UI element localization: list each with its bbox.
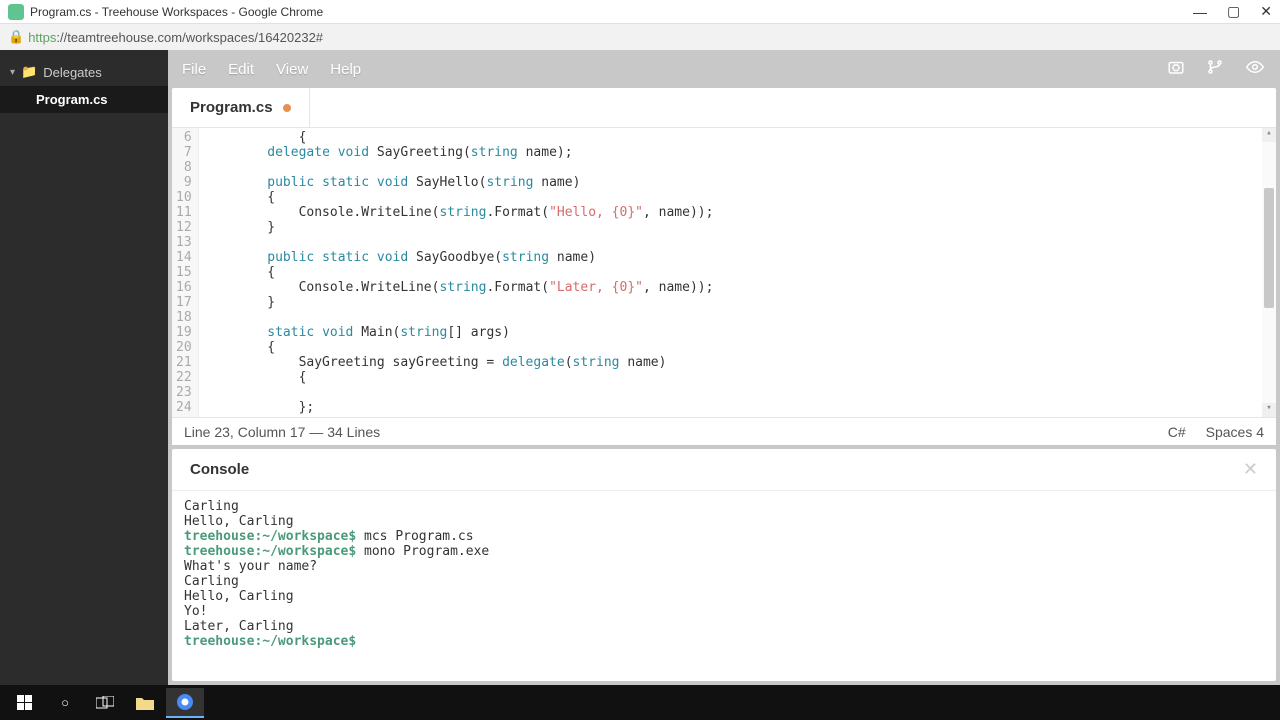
tab-label: Program.cs <box>190 99 273 116</box>
sidebar-folder-label: Delegates <box>43 65 102 80</box>
url-rest: ://teamtreehouse.com/workspaces/16420232… <box>56 30 323 45</box>
console-panel: Console ✕ CarlingHello, Carlingtreehouse… <box>172 449 1276 681</box>
branch-icon[interactable] <box>1206 58 1224 81</box>
console-output[interactable]: CarlingHello, Carlingtreehouse:~/workspa… <box>172 491 1276 681</box>
editor-area: Program.cs 67891011121314151617181920212… <box>172 88 1276 445</box>
scroll-up-icon[interactable]: ▴ <box>1262 128 1276 142</box>
app-favicon <box>8 4 24 20</box>
editor-tab-bar: Program.cs <box>172 88 1276 128</box>
sidebar-file-label: Program.cs <box>36 92 108 107</box>
line-gutter: 6789101112131415161718192021222324 <box>172 128 199 417</box>
status-cursor: Line 23, Column 17 — 34 Lines <box>184 424 380 440</box>
start-button[interactable] <box>6 688 44 718</box>
chrome-button[interactable] <box>166 688 204 718</box>
window-title-bar: Program.cs - Treehouse Workspaces - Goog… <box>0 0 1280 24</box>
unsaved-dot-icon <box>283 104 291 112</box>
console-header: Console ✕ <box>172 449 1276 491</box>
scroll-down-icon[interactable]: ▾ <box>1262 403 1276 417</box>
menu-edit[interactable]: Edit <box>228 61 254 78</box>
vertical-scrollbar[interactable]: ▴ ▾ <box>1262 128 1276 417</box>
camera-icon[interactable] <box>1166 58 1186 81</box>
status-language[interactable]: C# <box>1168 424 1186 440</box>
close-console-button[interactable]: ✕ <box>1243 459 1258 480</box>
task-view-button[interactable] <box>86 688 124 718</box>
editor-status-bar: Line 23, Column 17 — 34 Lines C# Spaces … <box>172 417 1276 445</box>
console-title: Console <box>190 461 249 478</box>
menu-help[interactable]: Help <box>330 61 361 78</box>
cortana-button[interactable]: ○ <box>46 688 84 718</box>
url-protocol: https <box>28 30 56 45</box>
chevron-down-icon: ▾ <box>10 67 15 78</box>
folder-icon: 📁 <box>21 64 37 80</box>
lock-icon: 🔒 <box>8 29 24 45</box>
sidebar-file-program[interactable]: Program.cs <box>0 86 168 113</box>
file-tree-sidebar: ▾ 📁 Delegates Program.cs <box>0 50 168 685</box>
code-content[interactable]: { delegate void SayGreeting(string name)… <box>199 128 1276 417</box>
maximize-button[interactable]: ▢ <box>1227 3 1240 20</box>
tab-program[interactable]: Program.cs <box>172 88 310 127</box>
scrollbar-thumb[interactable] <box>1264 188 1274 308</box>
windows-taskbar: ○ <box>0 685 1280 720</box>
file-explorer-button[interactable] <box>126 688 164 718</box>
url-bar[interactable]: 🔒 https://teamtreehouse.com/workspaces/1… <box>0 24 1280 50</box>
window-title: Program.cs - Treehouse Workspaces - Goog… <box>30 5 1193 19</box>
menu-bar: File Edit View Help <box>168 50 1280 88</box>
minimize-button[interactable]: — <box>1193 4 1207 20</box>
eye-icon[interactable] <box>1244 58 1266 81</box>
sidebar-folder-delegates[interactable]: ▾ 📁 Delegates <box>0 58 168 86</box>
code-editor[interactable]: 6789101112131415161718192021222324 { del… <box>172 128 1276 417</box>
menu-view[interactable]: View <box>276 61 308 78</box>
status-indent[interactable]: Spaces 4 <box>1206 424 1264 440</box>
window-controls: — ▢ ✕ <box>1193 3 1272 20</box>
close-window-button[interactable]: ✕ <box>1260 3 1272 20</box>
menu-file[interactable]: File <box>182 61 206 78</box>
